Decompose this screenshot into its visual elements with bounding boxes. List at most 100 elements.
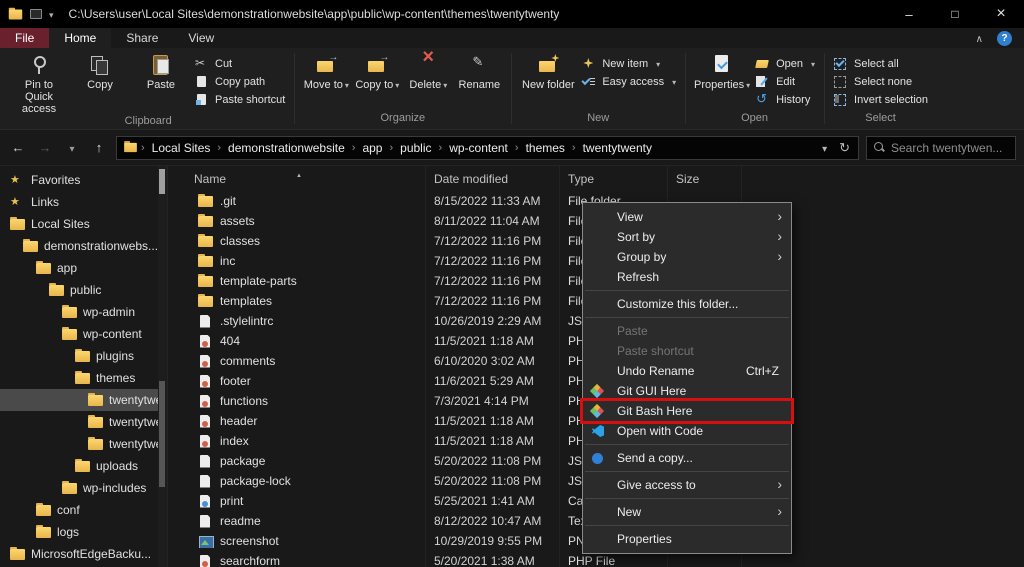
context-menu-item-give-access-to[interactable]: Give access to (583, 475, 791, 495)
context-menu-item-sort-by[interactable]: Sort by (583, 227, 791, 247)
open-folder-icon (755, 57, 770, 70)
paste-button[interactable]: Paste (133, 51, 189, 115)
new-folder-button[interactable]: New folder (520, 51, 576, 112)
minimize-button[interactable] (886, 0, 932, 28)
context-menu-item-group-by[interactable]: Group by (583, 247, 791, 267)
help-icon[interactable] (997, 31, 1012, 46)
quick-access-caret-icon[interactable] (49, 7, 54, 21)
menu-item-label: Properties (617, 532, 672, 546)
context-menu-item-git-bash-here[interactable]: Git Bash Here (583, 401, 791, 421)
file-date-modified: 11/5/2021 1:18 AM (426, 414, 560, 428)
breadcrumb-item-demonstrationwebsite[interactable]: demonstrationwebsite (221, 141, 352, 155)
new-item-button[interactable]: New item (581, 57, 676, 70)
easy-access-button[interactable]: Easy access (581, 75, 676, 88)
breadcrumb-item-app[interactable]: app (355, 141, 389, 155)
tree-item-wp-admin[interactable]: wp-admin (0, 301, 167, 323)
sparkle-icon (581, 57, 596, 70)
breadcrumb-item-local-sites[interactable]: Local Sites (145, 141, 218, 155)
context-menu-item-customize-this-folder[interactable]: Customize this folder... (583, 294, 791, 314)
copy-to-button[interactable]: Copy to (354, 51, 400, 112)
context-menu-item-properties[interactable]: Properties (583, 529, 791, 549)
tree-item-twentytwen[interactable]: twentytwen... (0, 433, 167, 455)
folder-icon (36, 505, 51, 516)
git-icon (590, 404, 604, 418)
tree-item-twentytwen[interactable]: twentytwen... (0, 389, 167, 411)
up-button[interactable] (89, 140, 109, 155)
tree-item-app[interactable]: app (0, 257, 167, 279)
context-menu-item-undo-rename[interactable]: Undo RenameCtrl+Z (583, 361, 791, 381)
delete-button[interactable]: Delete (405, 51, 451, 112)
context-menu-item-refresh[interactable]: Refresh (583, 267, 791, 287)
tree-item-plugins[interactable]: plugins (0, 345, 167, 367)
move-to-button[interactable]: Move to (303, 51, 349, 112)
menu-item-label: Git Bash Here (617, 404, 692, 418)
recent-locations-icon[interactable] (62, 140, 82, 155)
sidebar-scrollbar[interactable] (158, 166, 167, 567)
tab-file[interactable]: File (0, 28, 49, 48)
forward-button[interactable] (35, 140, 55, 155)
tree-item-themes[interactable]: themes (0, 367, 167, 389)
tree-item-demonstrationwebs[interactable]: demonstrationwebs... (0, 235, 167, 257)
copy-button[interactable]: Copy (72, 51, 128, 115)
search-input[interactable] (891, 141, 1008, 155)
context-menu-item-git-gui-here[interactable]: Git GUI Here (583, 381, 791, 401)
breadcrumb-item-wp-content[interactable]: wp-content (442, 141, 515, 155)
rename-button[interactable]: Rename (456, 51, 502, 112)
quick-access-toolbar-icon[interactable] (30, 9, 42, 19)
context-menu-item-view[interactable]: View (583, 207, 791, 227)
breadcrumb-item-public[interactable]: public (393, 141, 438, 155)
tree-item-favorites[interactable]: Favorites (0, 169, 167, 191)
select-all-button[interactable]: Select all (833, 57, 928, 70)
pin-to-quick-access-button[interactable]: Pin to Quick access (11, 51, 67, 115)
tree-item-twentytwen[interactable]: twentytwen... (0, 411, 167, 433)
column-header-name[interactable]: Name (168, 166, 426, 191)
cut-button[interactable]: Cut (194, 57, 285, 70)
maximize-button[interactable] (932, 0, 978, 28)
file-date-modified: 10/26/2019 2:29 AM (426, 314, 560, 328)
column-header-date-modified[interactable]: Date modified (426, 166, 560, 191)
button-label: Copy (87, 79, 113, 91)
context-menu-item-paste-shortcut: Paste shortcut (583, 341, 791, 361)
tree-item-wp-includes[interactable]: wp-includes (0, 477, 167, 499)
tree-item-local-sites[interactable]: Local Sites (0, 213, 167, 235)
tree-item-label: Local Sites (31, 217, 90, 231)
tab-view[interactable]: View (173, 28, 229, 48)
context-menu-item-new[interactable]: New (583, 502, 791, 522)
copy-path-button[interactable]: Copy path (194, 75, 285, 88)
scrollbar-thumb[interactable] (159, 381, 165, 487)
invert-selection-button[interactable]: Invert selection (833, 93, 928, 106)
paste-shortcut-button[interactable]: Paste shortcut (194, 93, 285, 106)
open-button[interactable]: Open (755, 57, 815, 70)
navigation-pane: FavoritesLinks Local Sites demonstrationwe… (0, 166, 168, 567)
search-box[interactable] (866, 136, 1016, 160)
history-button[interactable]: History (755, 93, 815, 106)
refresh-icon[interactable] (839, 140, 850, 156)
button-label: History (776, 94, 810, 106)
edit-button[interactable]: Edit (755, 75, 815, 88)
back-button[interactable] (8, 140, 28, 155)
column-header-size[interactable]: Size (668, 166, 742, 191)
tree-item-links[interactable]: Links (0, 191, 167, 213)
breadcrumb-item-themes[interactable]: themes (519, 141, 572, 155)
context-menu-item-open-with-code[interactable]: Open with Code (583, 421, 791, 441)
tree-item-public[interactable]: public (0, 279, 167, 301)
group-label: Organize (303, 112, 502, 129)
scrollbar-top-thumb[interactable] (159, 169, 165, 194)
tree-item-conf[interactable]: conf (0, 499, 167, 521)
select-none-button[interactable]: Select none (833, 75, 928, 88)
close-button[interactable] (978, 0, 1024, 28)
tree-item-logs[interactable]: logs (0, 521, 167, 543)
tree-item-microsoftedgebacku[interactable]: MicrosoftEdgeBacku... (0, 543, 167, 565)
tree-item-wp-content[interactable]: wp-content (0, 323, 167, 345)
collapse-ribbon-icon[interactable] (976, 31, 983, 45)
address-dropdown-icon[interactable] (822, 141, 827, 155)
breadcrumb-item-twentytwenty[interactable]: twentytwenty (576, 141, 659, 155)
tab-share[interactable]: Share (111, 28, 173, 48)
address-bar[interactable]: Local Sitesdemonstrationwebsiteapp public… (116, 136, 859, 160)
properties-button[interactable]: Properties (694, 51, 750, 112)
tab-home[interactable]: Home (49, 28, 111, 48)
tree-item-uploads[interactable]: uploads (0, 455, 167, 477)
column-header-type[interactable]: Type (560, 166, 668, 191)
folder-icon (62, 329, 77, 340)
context-menu-item-send-a-copy[interactable]: Send a copy... (583, 448, 791, 468)
